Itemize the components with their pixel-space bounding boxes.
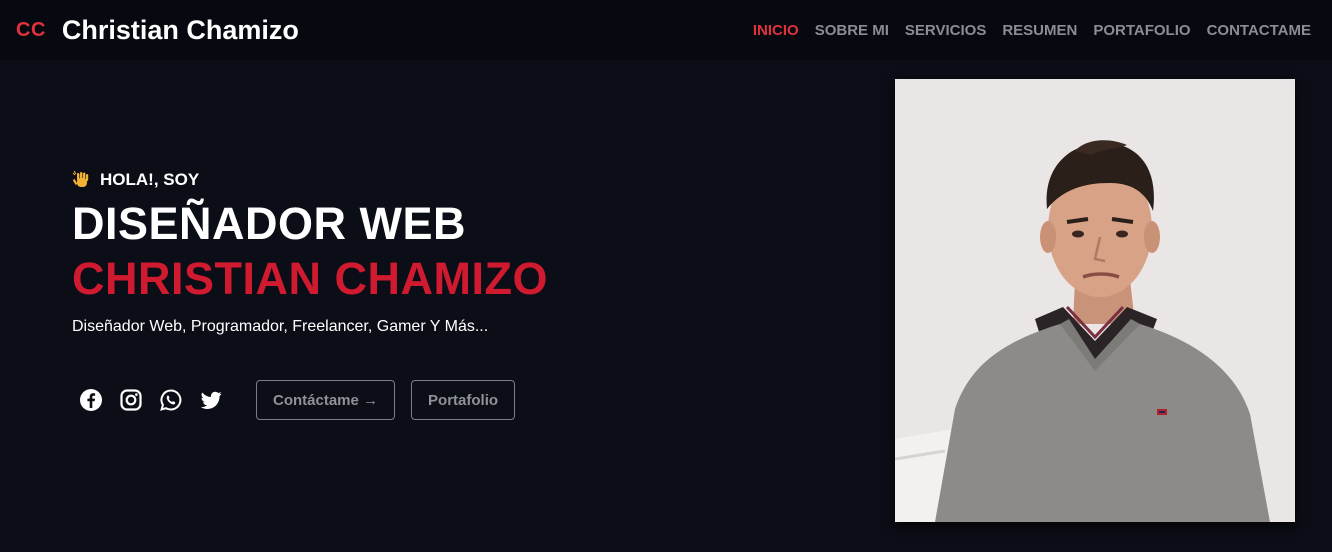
- hero-actions: Contáctame → Portafolio: [78, 380, 531, 420]
- hero-role: DISEÑADOR WEB: [72, 198, 467, 249]
- hero-name: CHRISTIAN CHAMIZO: [72, 253, 548, 304]
- whatsapp-icon[interactable]: [158, 387, 184, 413]
- nav-link-contactame[interactable]: CONTACTAME: [1207, 22, 1311, 39]
- brand[interactable]: CC Christian Chamizo: [16, 15, 299, 46]
- facebook-icon[interactable]: [78, 387, 104, 413]
- waving-hand-icon: [72, 170, 92, 190]
- nav-link-servicios[interactable]: SERVICIOS: [905, 22, 986, 39]
- hero-intro: HOLA!, SOY DISEÑADOR WEB CHRISTIAN CHAMI…: [72, 170, 672, 336]
- nav-link-portafolio[interactable]: PORTAFOLIO: [1093, 22, 1190, 39]
- profile-photo-illustration: [895, 79, 1295, 522]
- navbar: CC Christian Chamizo INICIO SOBRE MI SER…: [0, 0, 1332, 60]
- nav-menu: INICIO SOBRE MI SERVICIOS RESUMEN PORTAF…: [753, 0, 1311, 60]
- greeting-text: HOLA!, SOY: [100, 170, 200, 189]
- hero-tagline: Diseñador Web, Programador, Freelancer, …: [72, 318, 489, 335]
- portfolio-button[interactable]: Portafolio: [411, 380, 516, 420]
- nav-link-resumen[interactable]: RESUMEN: [1002, 22, 1077, 39]
- social-links: [78, 387, 224, 413]
- profile-photo: [895, 79, 1295, 522]
- brand-logo-mark: CC: [16, 18, 46, 41]
- twitter-icon[interactable]: [198, 387, 224, 413]
- instagram-icon[interactable]: [118, 387, 144, 413]
- nav-link-inicio[interactable]: INICIO: [753, 22, 799, 39]
- greeting: HOLA!, SOY: [72, 170, 672, 190]
- contact-button[interactable]: Contáctame →: [256, 380, 396, 420]
- nav-link-sobre-mi[interactable]: SOBRE MI: [815, 22, 889, 39]
- brand-name: Christian Chamizo: [61, 14, 299, 45]
